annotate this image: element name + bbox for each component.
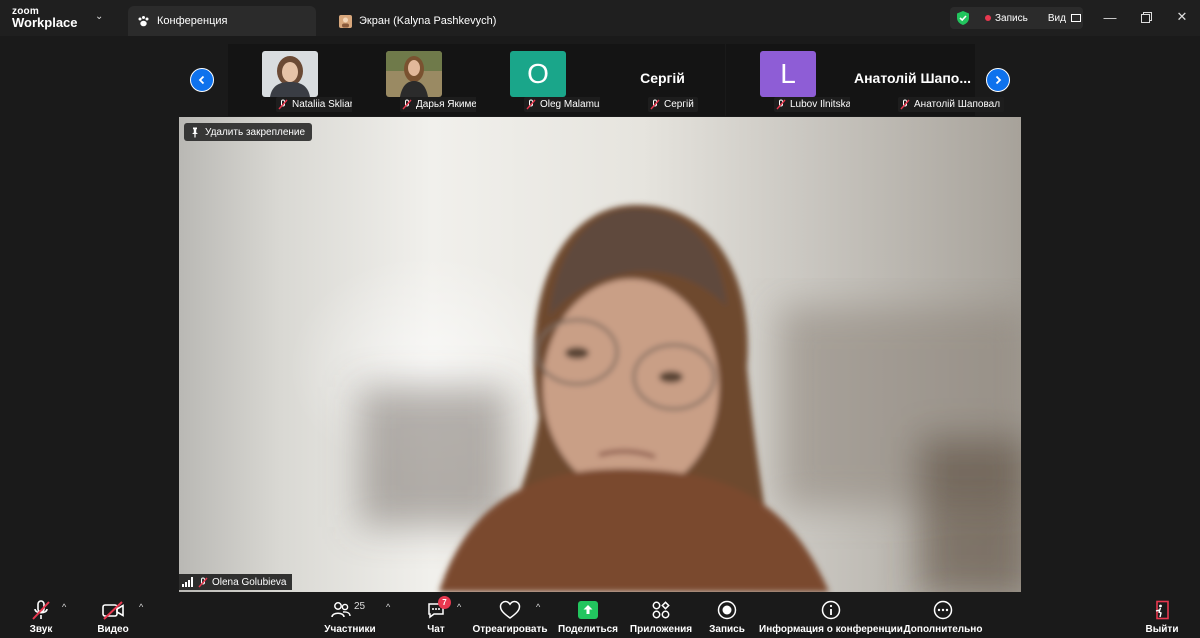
audio-options-caret-icon[interactable]: ^ [62, 602, 66, 612]
participant-tile[interactable]: Анатолій Шапо... Анатолій Шаповал [850, 44, 1005, 116]
mic-off-icon [900, 99, 910, 110]
react-options-caret-icon[interactable]: ^ [536, 602, 540, 612]
main-video[interactable]: Удалить закрепление Olena Golubieva [179, 117, 1021, 592]
tab-label: Экран (Kalyna Pashkevych) [359, 15, 497, 27]
tab-screen-share[interactable]: Экран (Kalyna Pashkevych) [330, 6, 530, 36]
participant-initial-avatar: O [510, 51, 566, 97]
participant-tile[interactable]: Сергій Сергій [600, 44, 725, 116]
view-button[interactable]: Вид [1048, 13, 1066, 24]
signal-strength-icon [182, 577, 193, 587]
apps-icon [651, 599, 671, 621]
header-controls: Запись Вид [950, 7, 1083, 29]
participants-options-caret-icon[interactable]: ^ [386, 602, 390, 612]
mic-muted-icon [30, 599, 52, 621]
speaker-video-feed [359, 204, 1021, 592]
chat-icon: 7 [426, 596, 451, 621]
participant-tile[interactable]: Nataliia Skliarenko [228, 44, 379, 116]
participant-display-name: Сергій [640, 70, 685, 86]
audio-button[interactable]: Звук [28, 596, 54, 638]
video-button[interactable]: Видео [97, 596, 129, 638]
mic-off-icon [278, 99, 288, 110]
participant-strip: Nataliia Skliarenko Дарья Якименко O Ole… [180, 44, 1020, 116]
chat-options-caret-icon[interactable]: ^ [457, 602, 461, 612]
participants-count: 25 [354, 601, 366, 612]
share-screen-button[interactable]: Поделиться [558, 596, 618, 638]
participant-name-bar: Сергій [648, 97, 698, 112]
chevron-left-icon[interactable] [190, 68, 214, 92]
mic-off-icon [650, 99, 660, 110]
title-bar: zoom Workplace ⌄ Конференция Экран (Kaly… [0, 0, 1200, 36]
record-icon [717, 599, 737, 621]
more-button[interactable]: Дополнительно [904, 596, 982, 638]
chat-unread-badge: 7 [438, 596, 451, 609]
participants-icon: 25 [330, 599, 370, 621]
chevron-right-icon[interactable] [986, 68, 1010, 92]
participant-tile[interactable]: O Oleg Malamuzh [476, 44, 615, 116]
speaker-name-bar: Olena Golubieva [179, 574, 292, 590]
meeting-info-button[interactable]: Информация о конференции [759, 596, 903, 638]
leave-button[interactable]: Выйти [1146, 596, 1178, 638]
more-icon [933, 599, 953, 621]
leave-icon [1152, 599, 1172, 621]
meeting-toolbar: Звук ^ Видео ^ 25 Участники ^ 7 Чат ^ От… [0, 596, 1200, 638]
participant-display-name: Анатолій Шапо... [853, 70, 972, 86]
react-button[interactable]: Отреагировать [472, 596, 548, 638]
heart-icon [499, 599, 521, 621]
tab-conference[interactable]: Конференция [128, 6, 316, 36]
participant-tile[interactable]: Дарья Якименко [352, 44, 497, 116]
participants-button[interactable]: 25 Участники [322, 596, 378, 638]
pin-icon [192, 127, 198, 137]
unpin-button[interactable]: Удалить закрепление [184, 123, 313, 141]
record-button[interactable]: Запись [709, 596, 745, 638]
minimize-icon[interactable]: — [1100, 8, 1120, 26]
participant-tile[interactable]: L Lubov Ilnitskaya [726, 44, 866, 116]
chat-button[interactable]: 7 Чат [424, 596, 451, 638]
grid-view-icon[interactable] [1070, 14, 1081, 22]
paw-icon [136, 14, 150, 28]
camera-off-icon [101, 599, 125, 621]
chevron-down-icon[interactable]: ⌄ [95, 11, 103, 22]
mic-off-icon [776, 99, 786, 110]
participant-name-bar: Анатолій Шаповал [898, 97, 1005, 112]
close-icon[interactable]: ✕ [1172, 8, 1192, 26]
tab-label: Конференция [157, 15, 228, 27]
avatar-icon [338, 14, 352, 28]
restore-icon[interactable] [1136, 8, 1156, 26]
mic-off-icon [402, 99, 412, 110]
mic-off-icon [198, 577, 208, 587]
participant-photo [386, 51, 442, 97]
shield-icon[interactable] [955, 10, 971, 26]
participant-initial-avatar: L [760, 51, 816, 97]
header-record-label[interactable]: Запись [995, 13, 1028, 24]
info-icon [821, 599, 841, 621]
share-screen-icon [578, 599, 598, 621]
record-dot-icon [985, 15, 991, 21]
mic-off-icon [526, 99, 536, 110]
participant-photo [262, 51, 318, 97]
zoom-logo[interactable]: zoom Workplace [12, 6, 78, 29]
apps-button[interactable]: Приложения [630, 596, 692, 638]
video-options-caret-icon[interactable]: ^ [139, 602, 143, 612]
